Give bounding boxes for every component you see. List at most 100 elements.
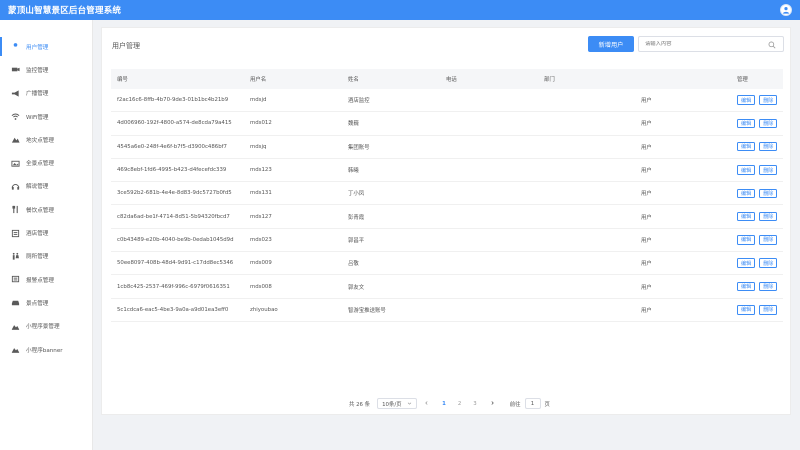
cell-role: 用户 [641, 307, 652, 314]
page-size-value: 10条/页 [382, 401, 402, 408]
sidebar-item-8[interactable]: 酒店管理 [0, 221, 92, 244]
row-actions: 编辑 删除 [737, 258, 785, 268]
total-count: 共 26 条 [349, 401, 371, 408]
cell-id: 5c1cdca6-eac5-4be3-9a0a-a9d01ea3eff0 [117, 306, 229, 313]
row-actions: 编辑 删除 [737, 188, 785, 199]
edit-button[interactable]: 编辑 [737, 281, 756, 292]
app-title: 蒙顶山智慧景区后台管理系统 [8, 6, 122, 16]
table-row: 3ce592b2-681b-4e4e-8d83-9dc5727b0fd5 mds1… [111, 182, 785, 206]
row-actions: 编辑 删除 [737, 95, 785, 105]
edit-button[interactable]: 编辑 [737, 211, 756, 222]
cell-name: 吕敬 [348, 261, 359, 268]
cell-role: 用户 [641, 261, 652, 268]
edit-button[interactable]: 编辑 [737, 165, 756, 175]
hotel-icon [11, 229, 20, 238]
delete-button[interactable]: 删除 [759, 235, 778, 245]
table-row: c82da6ad-be1f-4714-8d51-5b94320fbcd7 mds1… [111, 205, 785, 229]
header-dept: 部门 [544, 77, 555, 83]
cell-username: mds131 [250, 190, 272, 197]
goto-suffix: 页 [544, 401, 550, 408]
delete-button[interactable]: 删除 [759, 258, 778, 268]
page-2[interactable]: 2 [458, 401, 461, 407]
sidebar-item-9[interactable]: 厕所管理 [0, 245, 92, 268]
sidebar-item-2[interactable]: 广播管理 [0, 82, 92, 105]
avatar[interactable] [780, 4, 792, 16]
table-row: 4d006960-192f-4800-a574-de8cda79a415 mds0… [111, 112, 785, 136]
cell-id: 3ce592b2-681b-4e4e-8d83-9dc5727b0fd5 [117, 190, 232, 197]
top-bar: 蒙顶山智慧景区后台管理系统 [0, 0, 800, 20]
row-actions: 编辑 删除 [737, 165, 785, 175]
edit-button[interactable]: 编辑 [737, 141, 756, 152]
sidebar-item-label: 小程序景管理 [26, 324, 60, 331]
delete-button[interactable]: 删除 [759, 305, 778, 315]
cell-name: 酒店监控 [348, 98, 370, 105]
row-actions: 编辑 删除 [737, 211, 785, 222]
cell-username: mds012 [250, 120, 272, 127]
users-table: 编号 用户名 姓名 电话 部门 管理 f2ac16c6-8ffb-4b70-9d… [111, 69, 783, 322]
cell-username: mds008 [250, 283, 272, 290]
sidebar-item-label: 用户管理 [26, 44, 49, 51]
cell-username: zhiyoubao [250, 306, 278, 313]
cell-id: 4d006960-192f-4800-a574-de8cda79a415 [117, 120, 232, 127]
page-size-select[interactable]: 10条/页 [377, 398, 418, 409]
delete-button[interactable]: 删除 [759, 188, 778, 199]
row-actions: 编辑 删除 [737, 141, 785, 152]
cell-username: mdsjd [250, 97, 267, 104]
row-actions: 编辑 删除 [737, 118, 785, 129]
restroom-icon [11, 252, 20, 261]
edit-button[interactable]: 编辑 [737, 305, 756, 315]
search-input[interactable] [645, 41, 765, 47]
sidebar-item-13[interactable]: 小程序banner [0, 338, 92, 361]
sidebar-item-5[interactable]: 全景点管理 [0, 151, 92, 174]
cell-id: 469c8ebf-1fd6-4995-b423-d4fecefdc339 [117, 167, 227, 174]
cell-role: 用户 [641, 121, 652, 128]
sidebar-item-7[interactable]: 餐饮点管理 [0, 198, 92, 221]
sidebar-item-0[interactable]: 用户管理 [0, 35, 92, 58]
cell-username: mdsjq [250, 143, 267, 150]
edit-button[interactable]: 编辑 [737, 95, 756, 105]
add-user-button[interactable]: 新增用户 [588, 36, 634, 52]
cell-role: 用户 [641, 98, 652, 105]
sidebar-item-6[interactable]: 解说管理 [0, 175, 92, 198]
page-1[interactable]: 1 [442, 401, 446, 407]
next-page-button[interactable] [490, 400, 495, 408]
delete-button[interactable]: 删除 [759, 118, 778, 129]
prev-page-button[interactable] [424, 400, 429, 408]
page-3[interactable]: 3 [473, 401, 476, 407]
cell-role: 用户 [641, 168, 652, 175]
cell-name: 彭青霞 [348, 214, 365, 221]
table-row: 5c1cdca6-eac5-4be3-9a0a-a9d01ea3eff0 zhiy… [111, 299, 783, 322]
sidebar-item-1[interactable]: 监控管理 [0, 58, 92, 81]
camera-icon [11, 65, 20, 74]
sidebar-item-12[interactable]: 小程序景管理 [0, 315, 92, 338]
search-icon[interactable] [768, 41, 776, 49]
table-body: f2ac16c6-8ffb-4b70-9de3-01b1bc4b21b9 mdsj… [111, 89, 783, 322]
sidebar-item-label: 地灾点管理 [26, 137, 54, 144]
delete-button[interactable]: 删除 [759, 211, 778, 222]
landscape-icon [11, 322, 20, 331]
header-username: 用户名 [250, 77, 267, 83]
cell-name: 集团账号 [348, 144, 370, 151]
delete-button[interactable]: 删除 [759, 141, 778, 152]
sidebar-item-11[interactable]: 景点管理 [0, 291, 92, 314]
cell-name: 魏巍 [348, 121, 359, 128]
edit-button[interactable]: 编辑 [737, 188, 756, 199]
row-actions: 编辑 删除 [737, 281, 785, 292]
delete-button[interactable]: 删除 [759, 165, 778, 175]
cell-id: c82da6ad-be1f-4714-8d51-5b94320fbcd7 [117, 213, 230, 220]
cell-username: mds123 [250, 167, 272, 174]
cell-role: 用户 [641, 214, 652, 221]
main-panel: 用户管理 新增用户 编号 用户名 姓名 电话 部门 管理 f2ac16c6-8f… [101, 27, 791, 415]
cell-role: 用户 [641, 191, 652, 198]
cell-id: 50ee8097-408b-48d4-9d91-c17dd8ec5346 [117, 260, 234, 267]
sidebar-item-4[interactable]: 地灾点管理 [0, 128, 92, 151]
delete-button[interactable]: 删除 [759, 95, 778, 105]
header-name: 姓名 [348, 77, 359, 83]
goto-page-input[interactable]: 1 [524, 398, 541, 409]
edit-button[interactable]: 编辑 [737, 258, 756, 268]
edit-button[interactable]: 编辑 [737, 118, 756, 129]
sidebar-item-3[interactable]: WiFi管理 [0, 105, 92, 128]
sidebar-item-10[interactable]: 报警点管理 [0, 268, 92, 291]
delete-button[interactable]: 删除 [759, 281, 778, 292]
edit-button[interactable]: 编辑 [737, 235, 756, 245]
